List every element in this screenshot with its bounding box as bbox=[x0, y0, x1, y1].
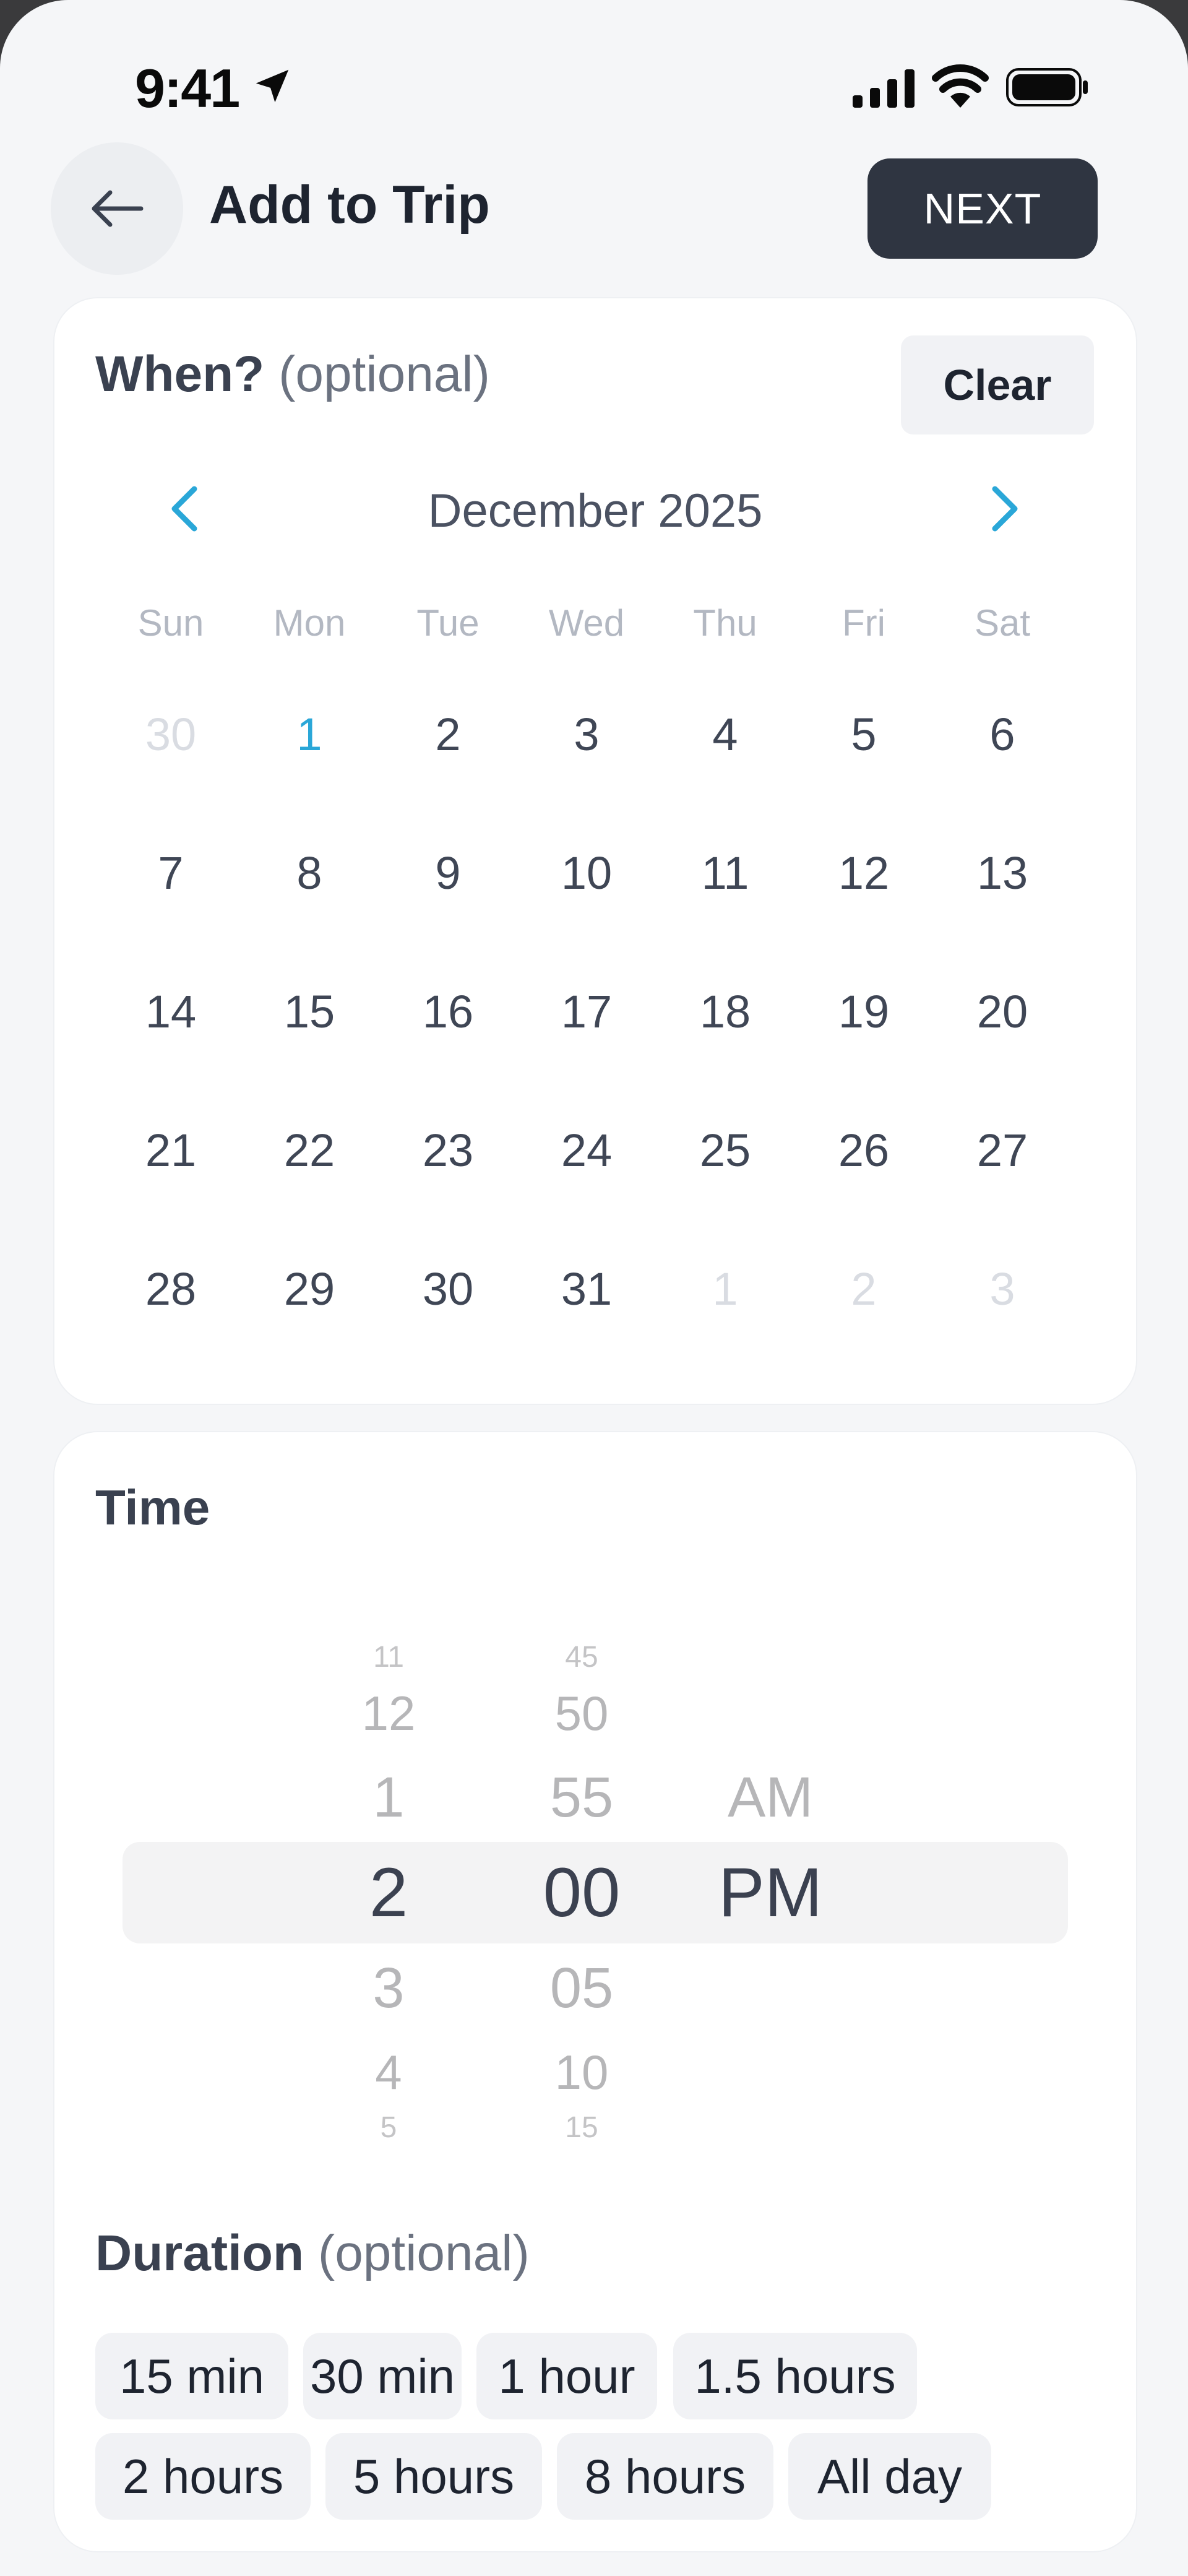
minute-option[interactable]: 50 bbox=[501, 1689, 662, 1737]
hour-option[interactable]: 3 bbox=[308, 1960, 469, 2016]
hour-option[interactable]: 5 bbox=[308, 2113, 469, 2143]
minute-option[interactable]: 10 bbox=[501, 2048, 662, 2096]
battery-icon bbox=[1006, 68, 1088, 106]
calendar-day[interactable]: 9 bbox=[386, 847, 510, 899]
minute-option[interactable]: 45 bbox=[501, 1643, 662, 1672]
calendar-day[interactable]: 10 bbox=[525, 847, 648, 899]
wifi-icon bbox=[932, 64, 989, 108]
calendar-day[interactable]: 12 bbox=[802, 847, 926, 899]
duration-chip[interactable]: 1.5 hours bbox=[673, 2333, 917, 2419]
duration-chip[interactable]: All day bbox=[788, 2433, 991, 2520]
period-option[interactable]: PM bbox=[690, 1858, 851, 1927]
calendar-day[interactable]: 29 bbox=[248, 1263, 371, 1315]
calendar-day[interactable]: 7 bbox=[109, 847, 233, 899]
calendar-day[interactable]: 22 bbox=[248, 1124, 371, 1177]
minute-option[interactable]: 00 bbox=[501, 1858, 662, 1927]
duration-chip[interactable]: 30 min bbox=[303, 2333, 462, 2419]
calendar-day[interactable]: 6 bbox=[940, 708, 1064, 761]
arrow-left-icon bbox=[92, 190, 144, 227]
minute-option[interactable]: 55 bbox=[501, 1769, 662, 1826]
hour-option[interactable]: 12 bbox=[308, 1689, 469, 1737]
calendar-day[interactable]: 8 bbox=[248, 847, 371, 899]
cellular-signal-icon bbox=[853, 69, 915, 108]
calendar-day[interactable]: 1 bbox=[248, 708, 371, 761]
calendar-day[interactable]: 28 bbox=[109, 1263, 233, 1315]
calendar-day[interactable]: 18 bbox=[663, 985, 787, 1038]
page-title: Add to Trip bbox=[209, 175, 490, 235]
hour-option[interactable]: 4 bbox=[308, 2048, 469, 2096]
weekday-label: Tue bbox=[416, 602, 480, 644]
calendar-day[interactable]: 16 bbox=[386, 985, 510, 1038]
clear-button[interactable]: Clear bbox=[901, 335, 1094, 434]
calendar-day[interactable]: 20 bbox=[940, 985, 1064, 1038]
calendar-day[interactable]: 31 bbox=[525, 1263, 648, 1315]
duration-chip[interactable]: 2 hours bbox=[95, 2433, 311, 2520]
month-label: December 2025 bbox=[428, 485, 763, 537]
calendar-day[interactable]: 25 bbox=[663, 1124, 787, 1177]
hour-option[interactable]: 2 bbox=[308, 1858, 469, 1927]
duration-title: Duration (optional) bbox=[95, 2224, 530, 2283]
weekday-label: Mon bbox=[273, 602, 346, 644]
calendar-day: 3 bbox=[989, 1263, 1015, 1315]
calendar-day[interactable]: 14 bbox=[109, 985, 233, 1038]
calendar-day[interactable]: 15 bbox=[248, 985, 371, 1038]
weekday-label: Sun bbox=[137, 602, 204, 644]
location-arrow-icon bbox=[256, 69, 289, 103]
when-optional-label: (optional) bbox=[278, 346, 490, 402]
next-button[interactable]: NEXT bbox=[867, 158, 1098, 259]
time-title: Time bbox=[95, 1480, 210, 1535]
calendar-day[interactable]: 2 bbox=[386, 708, 510, 761]
duration-optional-label: (optional) bbox=[317, 2225, 530, 2281]
calendar-day[interactable]: 4 bbox=[663, 708, 787, 761]
calendar-day[interactable]: 17 bbox=[525, 985, 648, 1038]
when-title: When? (optional) bbox=[95, 345, 490, 404]
duration-chip[interactable]: 5 hours bbox=[325, 2433, 542, 2520]
calendar-day[interactable]: 24 bbox=[525, 1124, 648, 1177]
when-card: When? (optional) Clear December 2025 Sun… bbox=[53, 297, 1137, 1405]
calendar-day[interactable]: 3 bbox=[525, 708, 648, 761]
calendar-day[interactable]: 26 bbox=[802, 1124, 926, 1177]
minute-option[interactable]: 05 bbox=[501, 1960, 662, 2016]
calendar-day[interactable]: 27 bbox=[940, 1124, 1064, 1177]
calendar-day: 1 bbox=[712, 1263, 738, 1315]
duration-chip[interactable]: 1 hour bbox=[476, 2333, 657, 2419]
duration-chip[interactable]: 8 hours bbox=[557, 2433, 773, 2520]
minute-option[interactable]: 15 bbox=[501, 2113, 662, 2143]
duration-chip[interactable]: 15 min bbox=[95, 2333, 288, 2419]
time-card: Time 11 12 1 2 3 4 5 45 50 55 00 05 10 15 AM PM Duratio… bbox=[53, 1431, 1137, 2552]
weekday-label: Thu bbox=[693, 602, 757, 644]
back-button[interactable] bbox=[51, 142, 183, 275]
calendar-day[interactable]: 30 bbox=[386, 1263, 510, 1315]
chevron-right-icon[interactable] bbox=[983, 484, 1026, 534]
period-option[interactable]: AM bbox=[690, 1769, 851, 1826]
calendar-day[interactable]: 13 bbox=[940, 847, 1064, 899]
duration-label: Duration bbox=[95, 2225, 304, 2281]
app-screen: 9:41 Add to Trip NEXT When? (optional) C… bbox=[0, 0, 1188, 2576]
calendar-day: 2 bbox=[851, 1263, 877, 1315]
status-time: 9:41 bbox=[135, 58, 240, 119]
calendar-day[interactable]: 11 bbox=[663, 847, 787, 899]
when-label: When? bbox=[95, 346, 265, 402]
hour-option[interactable]: 1 bbox=[308, 1769, 469, 1826]
weekday-label: Sat bbox=[974, 602, 1031, 644]
hour-option[interactable]: 11 bbox=[308, 1643, 469, 1672]
calendar-day: 30 bbox=[145, 709, 197, 760]
calendar-day[interactable]: 19 bbox=[802, 985, 926, 1038]
weekday-label: Wed bbox=[548, 602, 625, 644]
calendar-day[interactable]: 5 bbox=[802, 708, 926, 761]
calendar-day[interactable]: 23 bbox=[386, 1124, 510, 1177]
weekday-label: Fri bbox=[842, 602, 885, 644]
calendar-day[interactable]: 21 bbox=[109, 1124, 233, 1177]
